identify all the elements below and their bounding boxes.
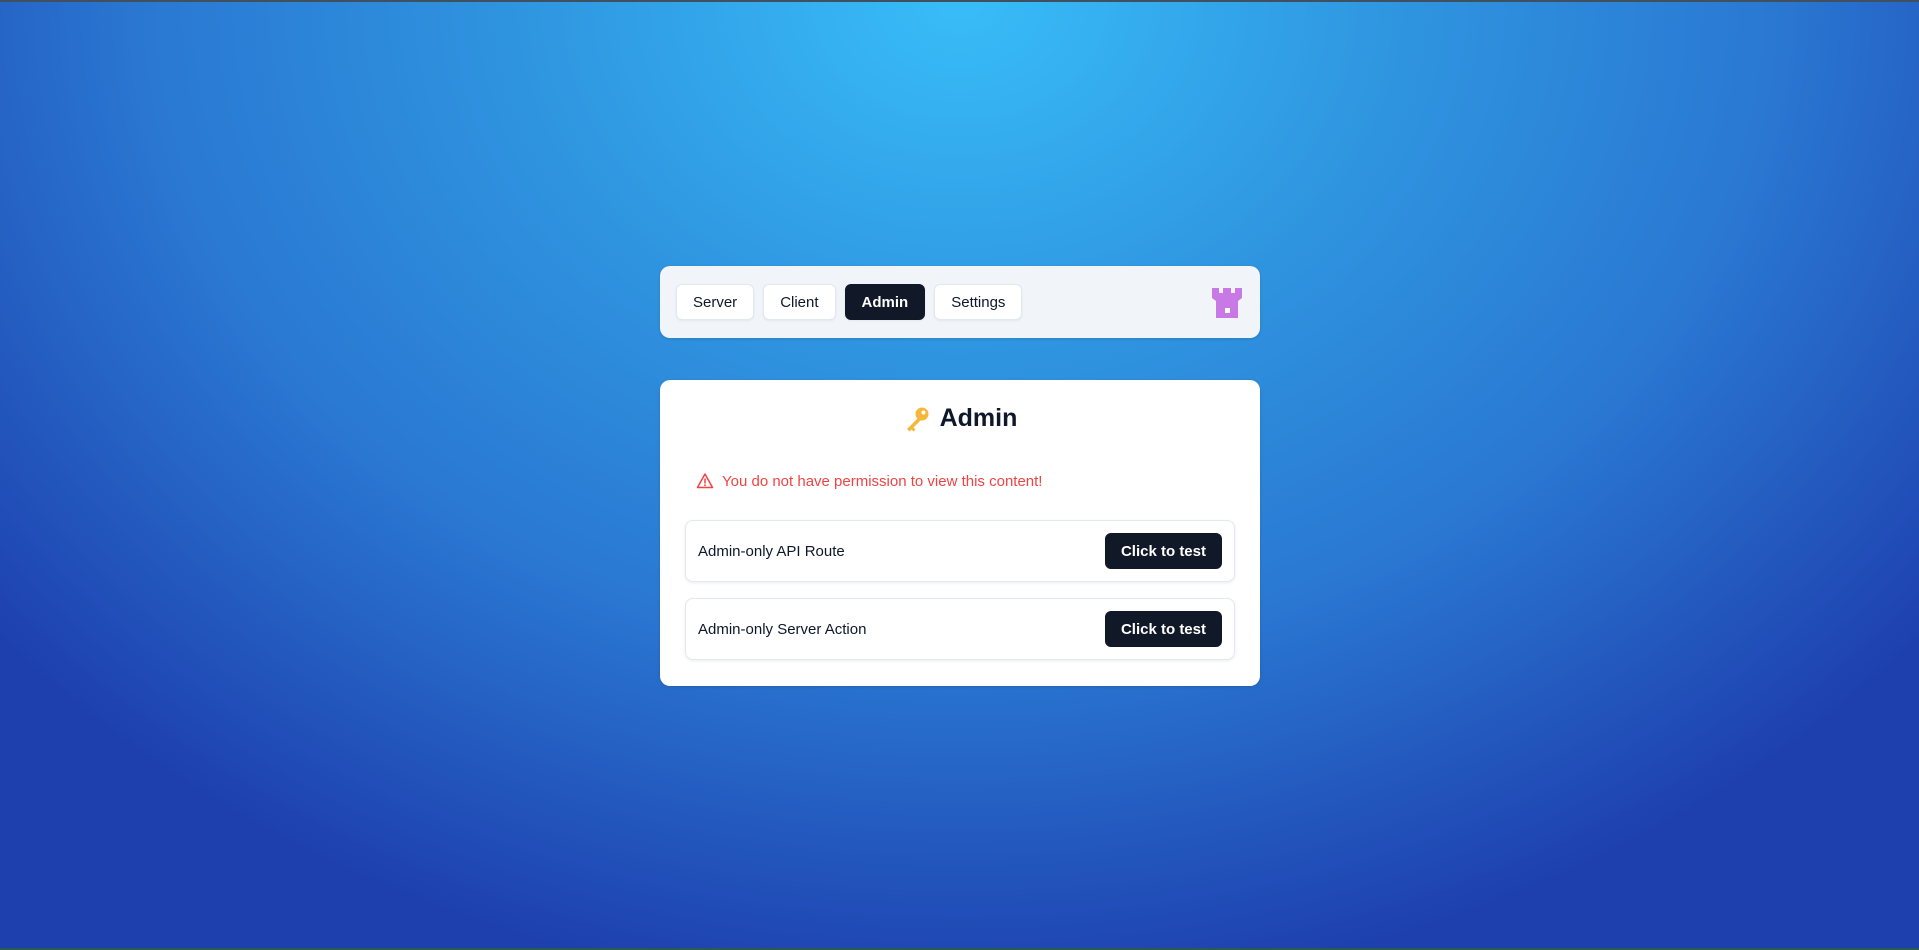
nav-client-button[interactable]: Client [763, 284, 836, 320]
test-row-label: Admin-only Server Action [698, 620, 867, 638]
test-row-api-route: Admin-only API Route Click to test [685, 520, 1235, 582]
title-row: Admin [660, 404, 1260, 433]
nav-admin-button[interactable]: Admin [844, 284, 926, 320]
nav-server-button[interactable]: Server [676, 284, 755, 320]
top-nav: Server Client Admin Settings [660, 266, 1260, 338]
page-title: Admin [939, 404, 1018, 432]
nav-settings-button[interactable]: Settings [934, 284, 1023, 320]
alert-text: You do not have permission to view this … [722, 472, 1043, 490]
test-server-action-button[interactable]: Click to test [1104, 611, 1222, 647]
admin-card: Admin You do not have permission to view… [660, 380, 1260, 686]
test-row-label: Admin-only API Route [698, 542, 845, 560]
key-icon [906, 407, 929, 431]
castle-icon [1212, 288, 1242, 318]
test-api-route-button[interactable]: Click to test [1104, 533, 1222, 569]
test-row-server-action: Admin-only Server Action Click to test [685, 598, 1235, 660]
permission-alert: You do not have permission to view this … [696, 472, 1042, 490]
warning-icon [696, 473, 714, 489]
